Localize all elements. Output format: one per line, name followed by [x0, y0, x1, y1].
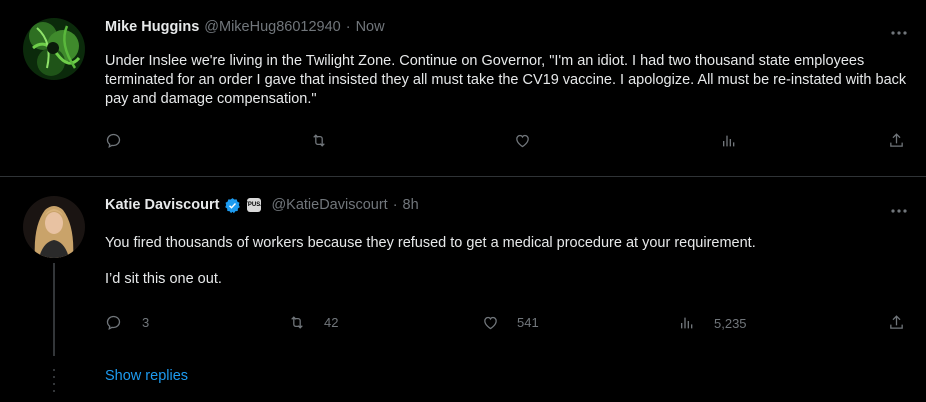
show-replies-link[interactable]: Show replies	[105, 368, 188, 384]
retweet-button[interactable]	[310, 132, 328, 149]
like-count: 541	[517, 315, 539, 330]
tweet-mike-huggins[interactable]: Mike Huggins @MikeHug86012940 · Now Unde…	[0, 0, 926, 175]
share-button[interactable]	[888, 314, 905, 331]
thread-dot	[53, 369, 55, 371]
like-button[interactable]	[514, 132, 531, 149]
like-button[interactable]: 541	[482, 314, 539, 331]
verified-badge-icon[interactable]	[224, 197, 241, 214]
tweet-header: Mike Huggins @MikeHug86012940 · Now	[105, 17, 385, 37]
share-icon	[890, 133, 903, 147]
tweet-text-line: I’d sit this one out.	[105, 271, 222, 287]
thread-line	[53, 263, 55, 356]
tweet-text-line: Under Inslee we're living in the Twiligh…	[105, 53, 907, 107]
tweet-text: Under Inslee we're living in the Twiligh…	[105, 52, 915, 109]
handle[interactable]: @KatieDaviscourt	[271, 197, 387, 213]
reply-icon	[106, 133, 121, 148]
reply-count: 3	[142, 315, 150, 330]
separator-dot: ·	[392, 197, 398, 213]
avatar[interactable]	[23, 18, 85, 80]
reply-button[interactable]: 3	[105, 314, 149, 331]
tweet-header: Katie Daviscourt TPUSA @KatieDaviscourt …	[105, 195, 419, 215]
tweet-text: You fired thousands of workers because t…	[105, 234, 915, 289]
avatar-image	[23, 18, 85, 80]
display-name[interactable]: Katie Daviscourt	[105, 197, 219, 213]
views-count: 5,235	[714, 315, 747, 331]
retweet-button[interactable]: 42	[288, 314, 338, 331]
timestamp[interactable]: 8h	[403, 197, 419, 213]
more-options-button[interactable]	[890, 24, 908, 42]
more-icon	[891, 31, 907, 35]
thread-dot	[53, 383, 55, 385]
heart-icon	[484, 316, 497, 330]
views-icon	[681, 317, 693, 329]
affiliate-badge[interactable]: TPUSA	[244, 198, 265, 212]
views-button[interactable]	[721, 133, 737, 149]
timestamp[interactable]: Now	[356, 19, 385, 35]
views-button[interactable]: 5,235	[679, 315, 747, 331]
share-button[interactable]	[888, 132, 905, 149]
avatar[interactable]	[23, 196, 85, 258]
retweet-icon	[291, 316, 303, 329]
reply-icon	[106, 315, 121, 330]
retweet-count: 42	[324, 315, 339, 330]
retweet-icon	[313, 134, 325, 147]
more-options-button[interactable]	[890, 202, 908, 220]
views-icon	[723, 135, 735, 147]
reply-button[interactable]	[105, 132, 122, 149]
avatar-image	[23, 196, 85, 258]
share-icon	[890, 315, 903, 329]
separator-dot: ·	[345, 19, 351, 35]
heart-icon	[516, 134, 529, 148]
thread-dot	[53, 376, 55, 378]
display-name[interactable]: Mike Huggins	[105, 19, 199, 35]
tweet-text-line: You fired thousands of workers because t…	[105, 235, 756, 251]
thread-dot	[53, 390, 55, 392]
handle[interactable]: @MikeHug86012940	[204, 19, 340, 35]
more-icon	[891, 209, 907, 213]
